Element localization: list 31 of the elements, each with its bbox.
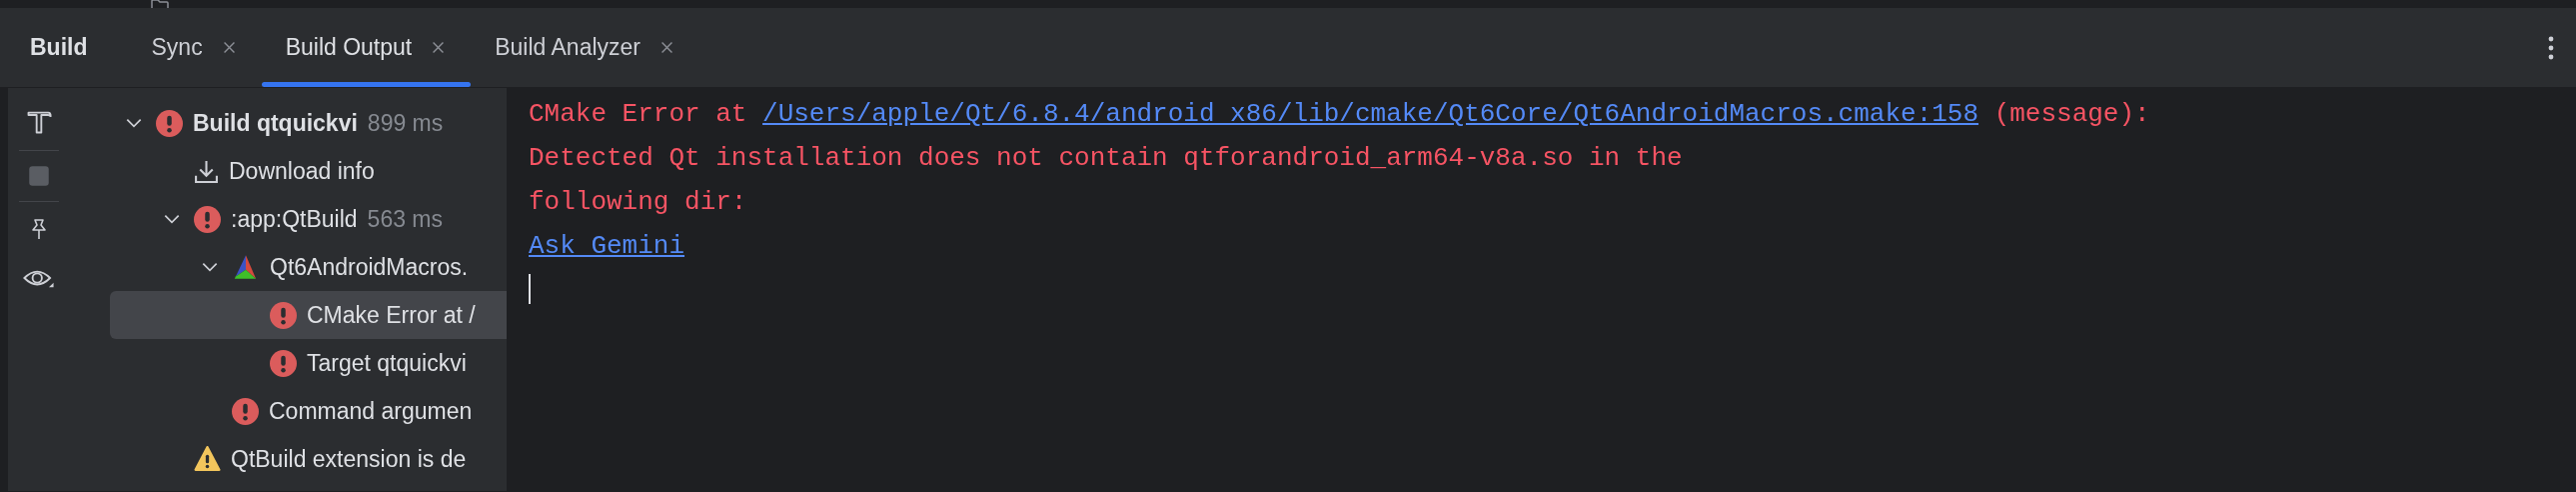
console-link[interactable]: Ask Gemini: [529, 231, 685, 261]
tree-item-label[interactable]: Target qtquickvi: [307, 345, 467, 381]
more-options-icon[interactable]: [2548, 35, 2554, 60]
tree-item-label[interactable]: Command argumen: [269, 393, 473, 429]
tree-item-label[interactable]: QtBuild extension is de: [231, 441, 467, 477]
tree-item-label[interactable]: Download info: [229, 153, 375, 189]
console-link[interactable]: /Users/apple/Qt/6.8.4/android_x86/lib/cmake/Qt6Core/Qt6AndroidMacros.cmake:158: [762, 99, 1979, 129]
error-icon: [232, 397, 259, 425]
panel-title: Build: [30, 33, 88, 63]
tree-item-label[interactable]: :app:QtBuild: [231, 201, 358, 237]
duration-label: 563 ms: [367, 204, 444, 234]
console-error-text: CMake Error at: [529, 99, 748, 129]
tree-item-label[interactable]: CMake Error at /: [307, 297, 476, 333]
error-icon: [194, 205, 221, 233]
console-error-text: following dir:: [529, 187, 747, 217]
tree-row-highlight[interactable]: CMake Error at /: [110, 291, 507, 339]
folder-icon: [150, 0, 170, 8]
text-cursor: [529, 274, 531, 304]
tree-item-label[interactable]: Qt6AndroidMacros.: [270, 249, 469, 285]
tree-item-label[interactable]: Build qtquickvi: [193, 105, 358, 141]
tab[interactable]: Build Analyzer: [495, 30, 641, 65]
error-icon: [270, 349, 297, 377]
download-icon: [194, 158, 219, 184]
tab[interactable]: Sync: [151, 30, 203, 65]
console-error-text: Detected Qt installation does not contain qtforandroid_arm64-v8a.so in the: [529, 143, 1683, 173]
warning-icon: [194, 446, 221, 472]
duration-label: 899 ms: [367, 108, 444, 138]
error-icon: [156, 109, 183, 137]
error-icon: [270, 301, 297, 329]
console-error-text: (message):: [1992, 99, 2150, 129]
tab[interactable]: Build Output: [285, 30, 413, 65]
